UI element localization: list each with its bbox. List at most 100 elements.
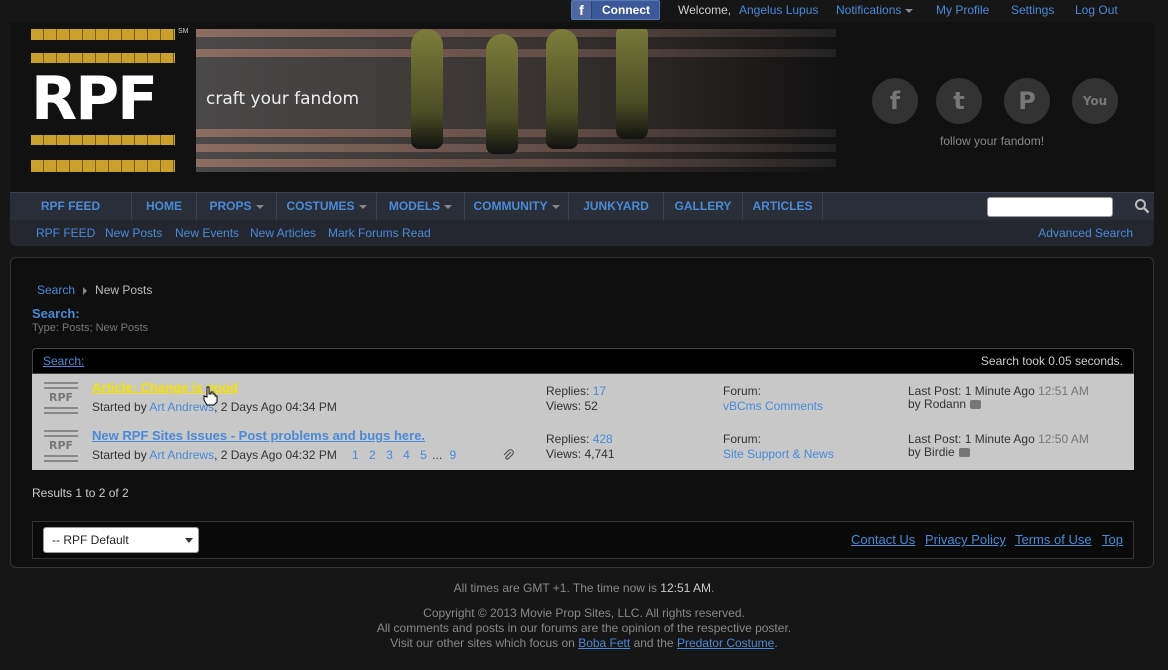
replies-link[interactable]: 17 (593, 384, 606, 398)
nav-community[interactable]: COMMUNITY (465, 193, 569, 220)
page-link[interactable]: 1 (352, 448, 359, 462)
creature-claw (411, 29, 443, 149)
page-link[interactable]: 5 (420, 448, 427, 462)
page-link[interactable]: 9 (450, 448, 457, 462)
last-post-user: by Rodann (908, 397, 982, 411)
breadcrumb-search[interactable]: Search (37, 283, 75, 297)
terms-of-use-link[interactable]: Terms of Use (1015, 532, 1092, 547)
style-chooser-value: -- RPF Default (52, 533, 129, 547)
creature-claw (486, 34, 518, 154)
attachment-icon (503, 449, 514, 460)
search-time: Search took 0.05 seconds. (980, 354, 1123, 368)
nav-models[interactable]: MODELS (377, 193, 465, 220)
nav-home[interactable]: HOME (132, 193, 197, 220)
views-count: Views: 52 (546, 399, 598, 413)
page-link[interactable]: 3 (386, 448, 393, 462)
subnav-new-events[interactable]: New Events (175, 226, 239, 240)
other-sites: Visit our other sites which focus on Bob… (390, 636, 778, 650)
breadcrumb-current: New Posts (95, 283, 153, 297)
nav-junkyard[interactable]: JUNKYARD (569, 193, 664, 220)
page-subtitle: Type: Posts; New Posts (32, 322, 149, 334)
advanced-search-link[interactable]: Advanced Search (1038, 226, 1133, 240)
thread-title[interactable]: New RPF Sites Issues - Post problems and… (92, 428, 425, 443)
breadcrumb: Search New Posts (37, 283, 152, 297)
subnav-mark-forums-read[interactable]: Mark Forums Read (328, 226, 431, 240)
predator-costume-link[interactable]: Predator Costume (677, 636, 774, 650)
my-profile-link[interactable]: My Profile (936, 3, 989, 17)
notifications-label: Notifications (836, 3, 902, 17)
search-input[interactable] (987, 197, 1113, 217)
site-header: RPF SM craft your fandom f t P You follo… (10, 22, 1154, 192)
header-banner: craft your fandom (196, 29, 836, 172)
author-link[interactable]: Art Andrews (149, 448, 214, 462)
page-link[interactable]: 4 (403, 448, 410, 462)
pinterest-icon[interactable]: P (1004, 78, 1050, 124)
nav-gallery[interactable]: GALLERY (664, 193, 743, 220)
thread-icon: RPF (44, 382, 78, 414)
logo-text: RPF (31, 64, 158, 134)
chevron-right-icon (83, 286, 88, 295)
creature-claw (616, 29, 648, 139)
subnav-new-articles[interactable]: New Articles (250, 226, 316, 240)
youtube-icon[interactable]: You (1072, 78, 1118, 124)
settings-link[interactable]: Settings (1011, 3, 1054, 17)
privacy-policy-link[interactable]: Privacy Policy (925, 532, 1006, 547)
main-nav: RPF FEED HOME PROPS COSTUMES MODELS COMM… (10, 192, 1154, 220)
top-bar: f Connect Welcome, Angelus Lupus Notific… (0, 0, 1168, 22)
site-logo[interactable]: RPF (31, 29, 175, 172)
forum-link[interactable]: Site Support & News (723, 447, 834, 461)
facebook-connect-label: Connect (602, 3, 650, 17)
follow-text: follow your fandom! (940, 134, 1045, 148)
nav-rpf-feed[interactable]: RPF FEED (10, 193, 132, 220)
replies-count: Replies: 428 (546, 432, 613, 446)
trademark: SM (178, 28, 189, 35)
chevron-down-icon (551, 204, 560, 209)
results-header: Search: Search took 0.05 seconds. (32, 348, 1134, 374)
search-icon[interactable] (1134, 198, 1150, 214)
notifications-menu[interactable]: Notifications (836, 3, 914, 17)
nav-articles[interactable]: ARTICLES (743, 193, 823, 220)
header-tagline: craft your fandom (206, 89, 360, 109)
copyright: Copyright © 2013 Movie Prop Sites, LLC. … (423, 606, 745, 620)
last-post: Last Post: 1 Minute Ago 12:51 AM (908, 384, 1089, 398)
opinion-notice: All comments and posts in our forums are… (376, 621, 792, 635)
username-link[interactable]: Angelus Lupus (739, 3, 818, 17)
time-notice: All times are GMT +1. The time now is 12… (453, 581, 715, 595)
results-count: Results 1 to 2 of 2 (32, 486, 129, 500)
go-to-last-post-icon[interactable] (958, 448, 970, 458)
facebook-icon: f (572, 1, 592, 19)
forum-label: Forum: (723, 384, 762, 398)
thread-starter: Started by Art Andrews, 2 Days Ago 04:32… (92, 448, 337, 462)
page-link[interactable]: 2 (369, 448, 376, 462)
footer-bar: -- RPF Default Contact Us Privacy Policy… (32, 521, 1134, 559)
chevron-down-icon (185, 538, 193, 543)
replies-link[interactable]: 428 (593, 432, 613, 446)
subnav-new-posts[interactable]: New Posts (105, 226, 162, 240)
chevron-down-icon (905, 8, 914, 13)
results-search-link[interactable]: Search (43, 354, 81, 368)
style-chooser-select[interactable]: -- RPF Default (43, 527, 199, 553)
sub-nav: RPF FEED New Posts New Events New Articl… (10, 220, 1154, 246)
subnav-rpf-feed[interactable]: RPF FEED (36, 226, 95, 240)
table-row: RPF Article: Change is good Started by A… (32, 374, 1134, 422)
go-to-last-post-icon[interactable] (970, 400, 982, 410)
page-ellipsis: ... (432, 448, 443, 462)
facebook-icon[interactable]: f (872, 78, 918, 124)
chevron-down-icon (255, 204, 264, 209)
top-link[interactable]: Top (1102, 532, 1123, 547)
nav-props[interactable]: PROPS (197, 193, 277, 220)
boba-fett-link[interactable]: Boba Fett (578, 636, 630, 650)
forum-link[interactable]: vBCms Comments (723, 399, 823, 413)
page-title: Search: (32, 306, 80, 321)
logout-link[interactable]: Log Out (1075, 3, 1118, 17)
last-post-user: by Birdie (908, 445, 970, 459)
hand-cursor-icon (203, 386, 218, 406)
creature-claw (546, 29, 578, 149)
views-count: Views: 4,741 (546, 447, 615, 461)
contact-us-link[interactable]: Contact Us (851, 532, 915, 547)
facebook-connect-button[interactable]: f Connect (571, 0, 660, 20)
twitter-icon[interactable]: t (936, 78, 982, 124)
nav-costumes[interactable]: COSTUMES (277, 193, 377, 220)
table-row: RPF New RPF Sites Issues - Post problems… (32, 422, 1134, 470)
replies-count: Replies: 17 (546, 384, 607, 398)
